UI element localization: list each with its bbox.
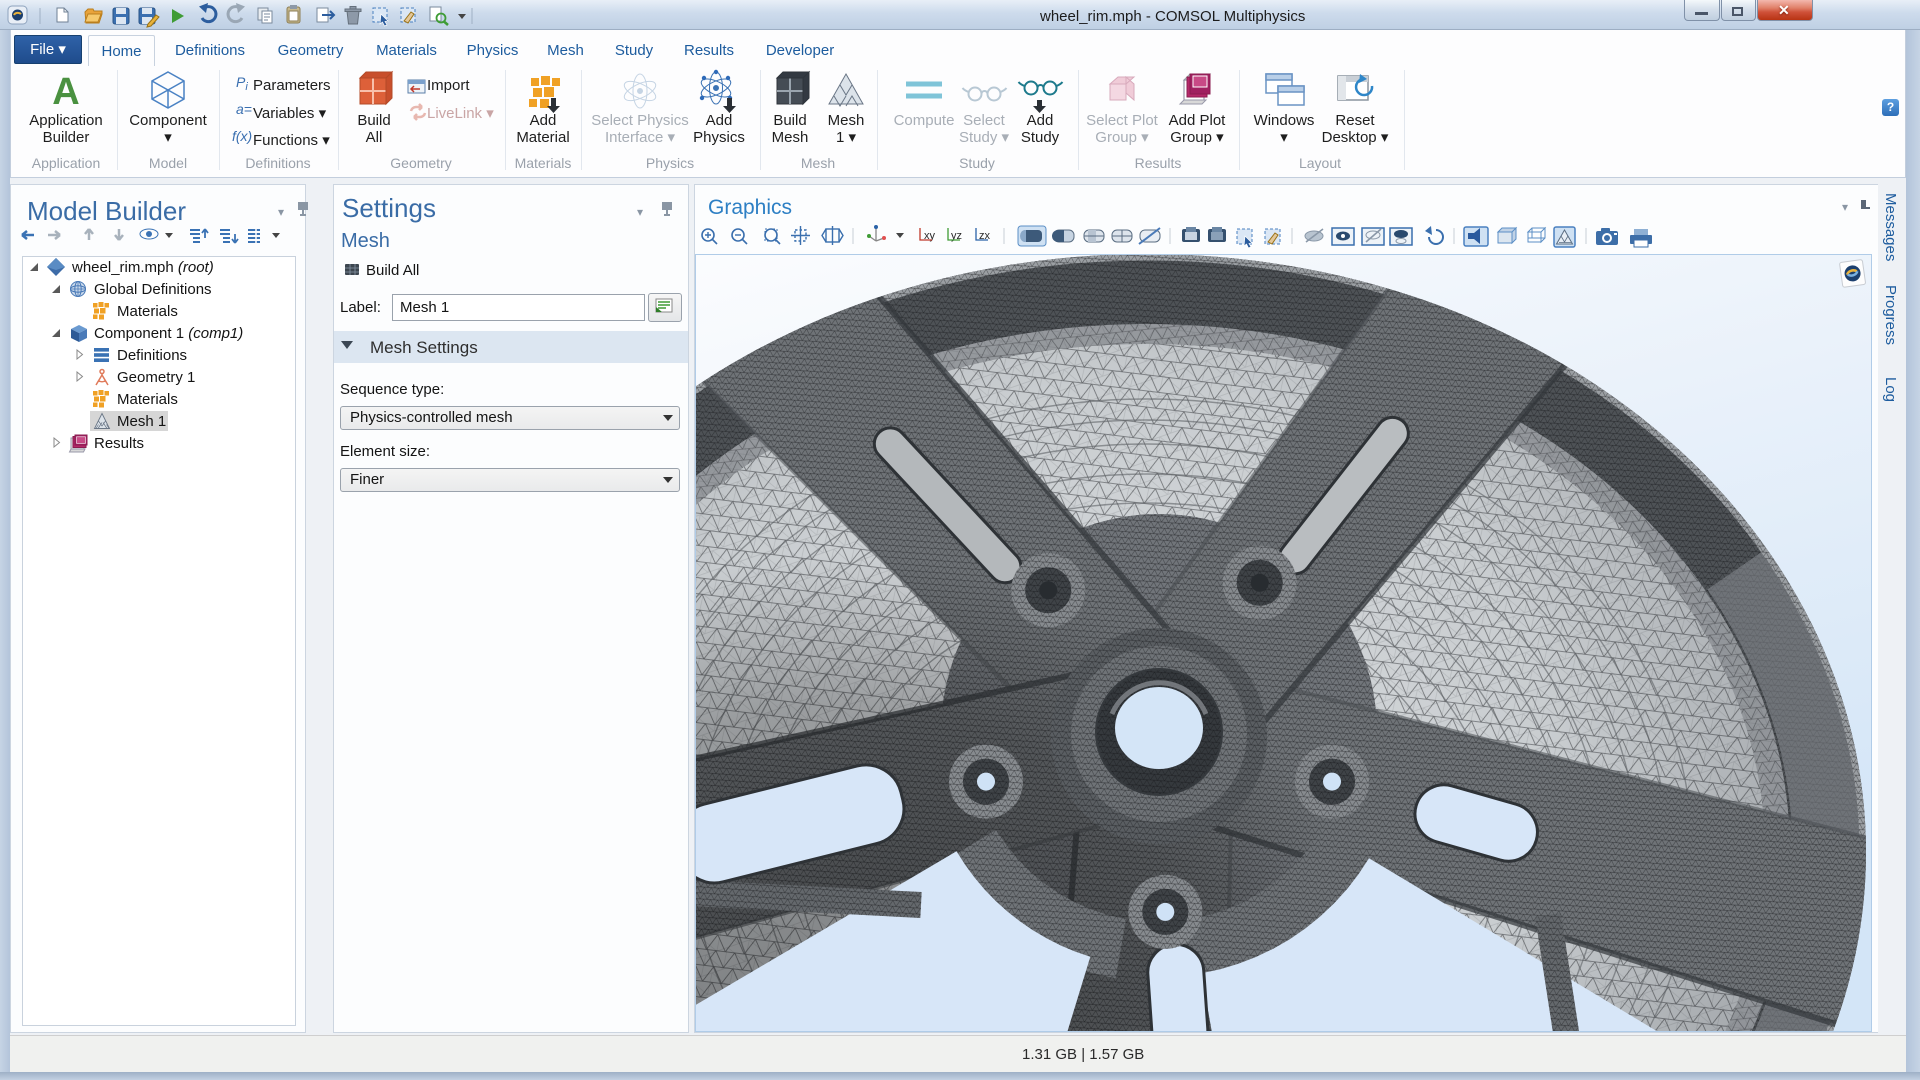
svg-text:a=: a= — [236, 101, 252, 117]
svg-text:f(x): f(x) — [232, 128, 252, 144]
svg-text:A: A — [52, 71, 79, 113]
svg-text:Pi: Pi — [236, 74, 248, 93]
